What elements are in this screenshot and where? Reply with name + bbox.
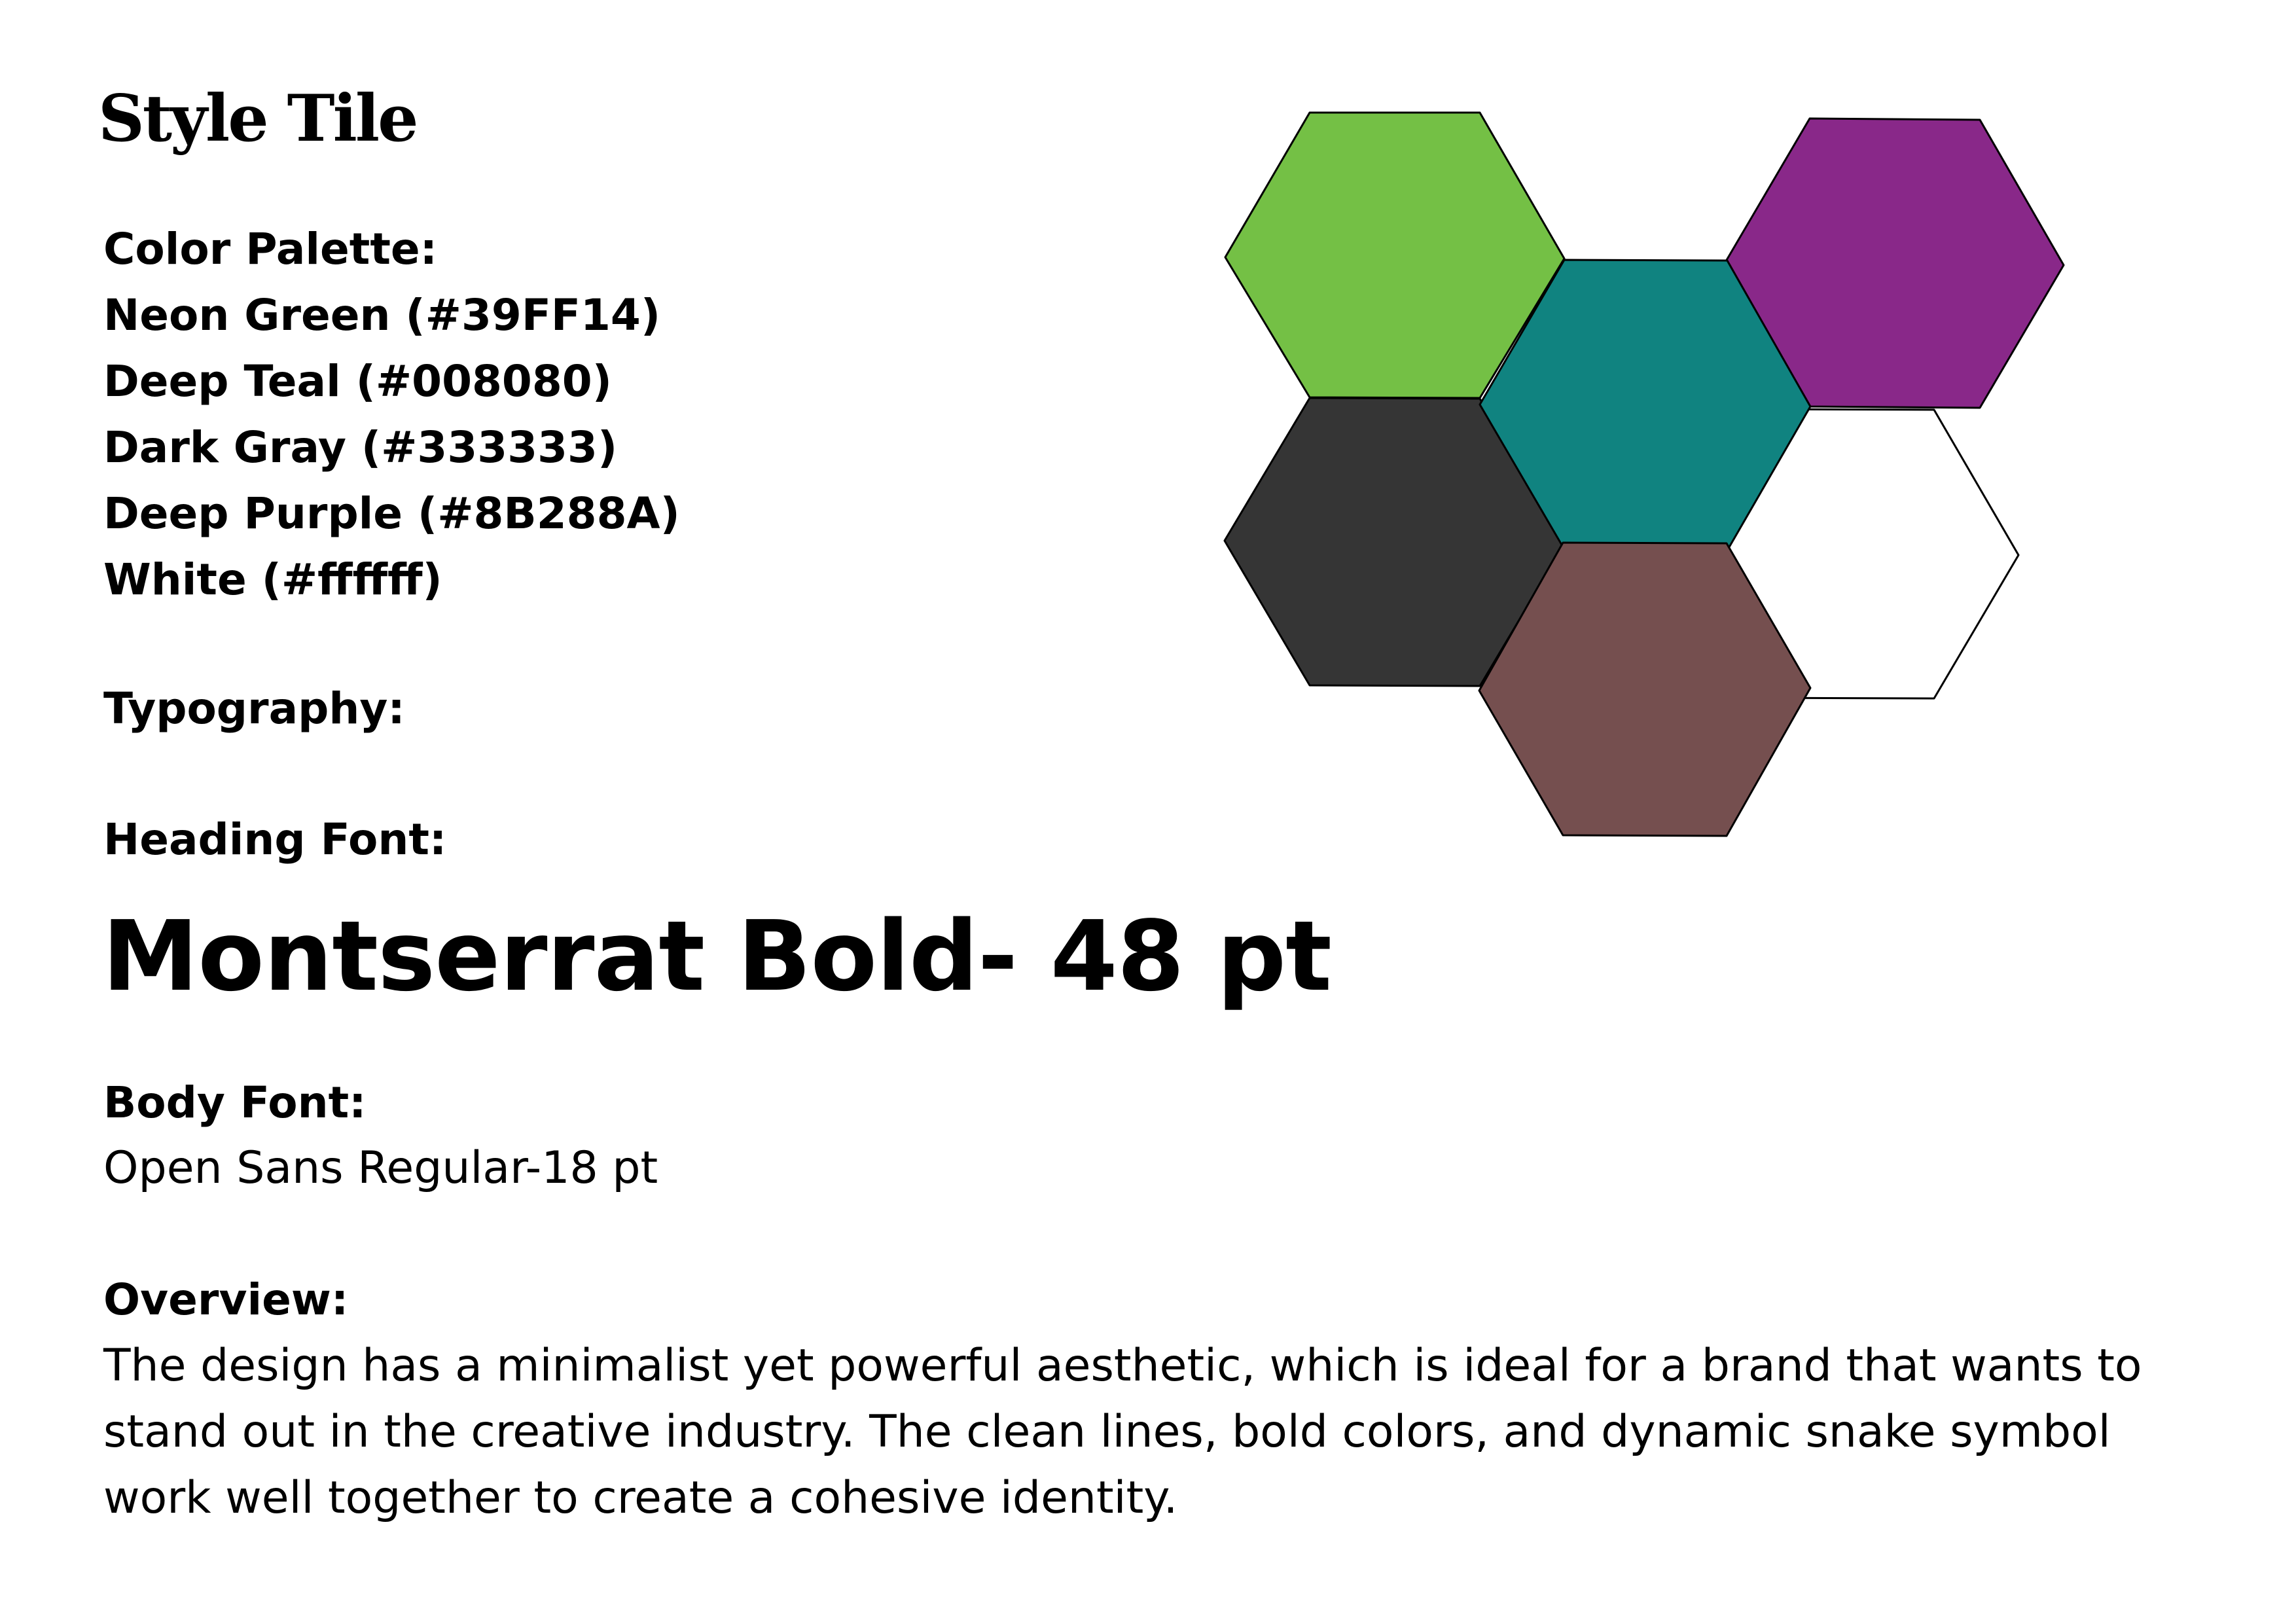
color-swatch-hexagons	[1217, 105, 2081, 851]
color-palette-label: Color Palette:	[103, 224, 438, 274]
heading-font-sample: Montserrat Bold- 48 pt	[102, 900, 1332, 1013]
palette-item-dark-gray: Dark Gray (#333333)	[103, 422, 618, 473]
body-font-label: Body Font:	[103, 1077, 367, 1128]
heading-font-label: Heading Font:	[103, 814, 447, 865]
page-title: Style Tile	[98, 81, 418, 156]
palette-item-deep-teal: Deep Teal (#008080)	[103, 356, 612, 406]
palette-item-deep-purple: Deep Purple (#8B288A)	[103, 488, 680, 539]
palette-item-white: White (#ffffff)	[103, 554, 442, 605]
color-palette-section: Color Palette: Neon Green (#39FF14) Deep…	[103, 216, 680, 613]
body-font-sample: Open Sans Regular-18 pt	[103, 1142, 658, 1194]
palette-item-neon-green: Neon Green (#39FF14)	[103, 290, 661, 340]
overview-text: The design has a minimalist yet powerful…	[103, 1340, 2142, 1524]
typography-label: Typography:	[103, 683, 405, 734]
overview-label: Overview:	[103, 1274, 349, 1325]
